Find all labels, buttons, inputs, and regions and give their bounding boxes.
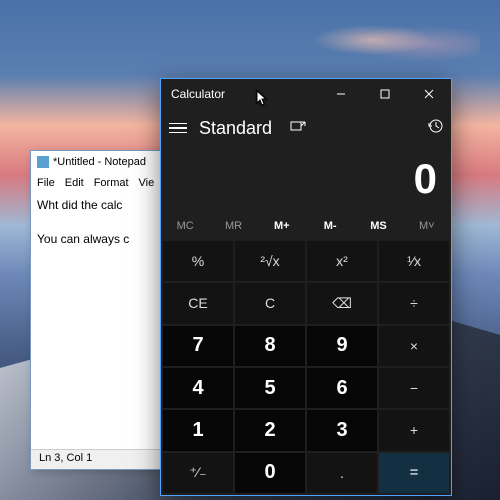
key-percent[interactable]: % (163, 241, 233, 281)
np-line2: You can always c (37, 232, 129, 246)
key-1[interactable]: 1 (163, 410, 233, 450)
menu-view[interactable]: Vie (139, 177, 155, 189)
maximize-button[interactable] (363, 79, 407, 109)
key-negate[interactable]: ⁺⁄₋ (163, 453, 233, 493)
key-7[interactable]: 7 (163, 326, 233, 366)
history-icon[interactable] (427, 118, 443, 139)
sky-clouds (300, 20, 480, 60)
np-line1: Wht did the calc (37, 198, 122, 212)
notepad-icon (37, 156, 49, 168)
menu-format[interactable]: Format (94, 177, 129, 189)
key-c[interactable]: C (235, 283, 305, 323)
hamburger-icon[interactable] (169, 123, 187, 134)
mem-mplus[interactable]: M+ (258, 213, 306, 239)
keep-on-top-icon[interactable] (290, 119, 306, 138)
key-sqrt[interactable]: ²√x (235, 241, 305, 281)
mem-ms[interactable]: MS (354, 213, 402, 239)
key-5[interactable]: 5 (235, 368, 305, 408)
key-6[interactable]: 6 (307, 368, 377, 408)
key-equals[interactable]: = (379, 453, 449, 493)
close-button[interactable] (407, 79, 451, 109)
calculator-title: Calculator (171, 87, 225, 101)
calculator-window: Calculator Standard 0 MC MR M+ M- MS M˅ … (160, 78, 452, 496)
mem-mr: MR (209, 213, 257, 239)
key-add[interactable]: + (379, 410, 449, 450)
key-0[interactable]: 0 (235, 453, 305, 493)
calculator-titlebar[interactable]: Calculator (161, 79, 451, 109)
calculator-display: 0 (161, 147, 451, 213)
key-2[interactable]: 2 (235, 410, 305, 450)
mem-mv: M˅ (403, 213, 451, 239)
notepad-title: *Untitled - Notepad (53, 156, 146, 168)
key-9[interactable]: 9 (307, 326, 377, 366)
memory-row: MC MR M+ M- MS M˅ (161, 213, 451, 239)
mem-mminus[interactable]: M- (306, 213, 354, 239)
key-reciprocal[interactable]: ¹⁄x (379, 241, 449, 281)
key-3[interactable]: 3 (307, 410, 377, 450)
key-multiply[interactable]: × (379, 326, 449, 366)
calculator-header: Standard (161, 109, 451, 147)
key-square[interactable]: x² (307, 241, 377, 281)
key-ce[interactable]: CE (163, 283, 233, 323)
key-4[interactable]: 4 (163, 368, 233, 408)
mode-label: Standard (199, 118, 272, 139)
mem-mc: MC (161, 213, 209, 239)
key-backspace[interactable]: ⌫ (307, 283, 377, 323)
cursor-position: Ln 3, Col 1 (39, 452, 92, 464)
key-8[interactable]: 8 (235, 326, 305, 366)
key-subtract[interactable]: − (379, 368, 449, 408)
menu-file[interactable]: File (37, 177, 55, 189)
key-divide[interactable]: ÷ (379, 283, 449, 323)
minimize-button[interactable] (319, 79, 363, 109)
key-decimal[interactable]: . (307, 453, 377, 493)
keypad: % ²√x x² ¹⁄x CE C ⌫ ÷ 7 8 9 × 4 5 6 − 1 … (161, 239, 451, 495)
menu-edit[interactable]: Edit (65, 177, 84, 189)
